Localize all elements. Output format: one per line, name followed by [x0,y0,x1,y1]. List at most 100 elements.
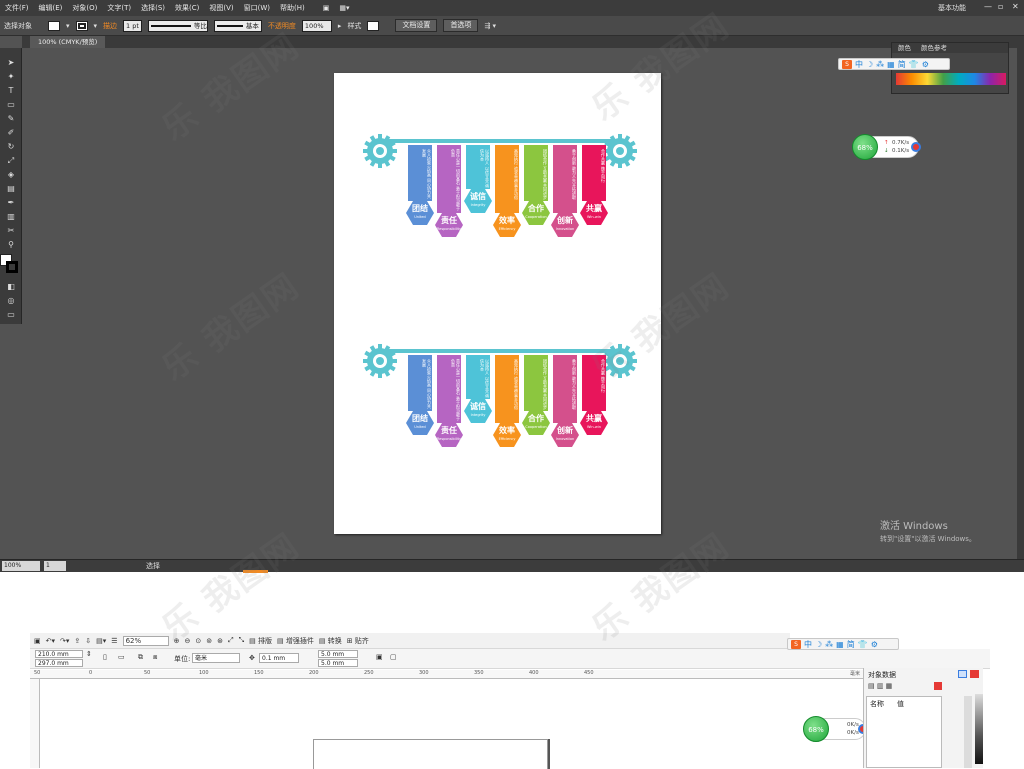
close-icon[interactable]: ✕ [1012,2,1019,11]
arrange-documents-icon[interactable]: ▦▾ [334,0,354,16]
workspace-switcher[interactable]: 基本功能 [938,3,966,13]
app-launcher-icon[interactable]: ▤▾ [96,637,106,645]
nudge-distance-field[interactable]: 0.1 mm [259,653,299,663]
scale-tool-icon[interactable]: ⤢ [6,156,16,166]
brush-tool-icon[interactable]: ✐ [6,128,16,138]
menu-effect[interactable]: 效果(C) [170,0,204,16]
stroke-label[interactable]: 描边 [103,21,117,31]
landscape-icon[interactable]: ▭ [118,653,125,661]
fill-swatch[interactable] [48,20,60,31]
page-width-field[interactable]: 210.0 mm [35,650,83,658]
vertical-ruler[interactable] [30,679,40,768]
style-swatch[interactable] [367,20,380,31]
opacity-dropdown-icon[interactable]: ▸ [338,22,342,30]
ime-skin-icon[interactable]: 👕 [909,60,919,69]
network-monitor-2[interactable]: 68% 0K/s 0K/s [803,716,868,742]
menu-window[interactable]: 窗口(W) [239,0,275,16]
publish-pdf-icon[interactable]: ⇩ [85,637,91,645]
zoom-selected-icon[interactable]: ⊙ [195,637,201,645]
options-icon[interactable]: ☰ [111,637,117,645]
menu-file[interactable]: 文件(F) [0,0,34,16]
stroke-swatch[interactable] [75,20,88,31]
docker-toolbar-icons[interactable]: ▤ ▥ ▦ [868,682,892,690]
duplicate-x-field[interactable]: 5.0 mm [318,650,358,658]
preferences-button[interactable]: 首选项 [443,19,479,32]
page-height-field[interactable]: 297.0 mm [35,659,83,667]
type-tool-icon[interactable]: T [6,86,16,96]
tab-color[interactable]: 颜色 [898,43,911,53]
tab-color-guide[interactable]: 颜色参考 [921,43,947,53]
stroke-dropdown-icon[interactable]: ▾ [94,22,98,30]
ime-punctuation-icon[interactable]: ⁂ [825,640,833,649]
ime-simplified-icon[interactable]: 简 [898,59,906,70]
maximize-icon[interactable]: ▫ [998,2,1003,11]
culture-infographic-2[interactable]: 众人拾柴火焰高 同心协力共发展 团结 United 责任心是一切的基石 勇于担当敢于负… [334,283,661,513]
magic-wand-icon[interactable]: ✦ [6,72,16,82]
ime-settings-icon[interactable]: ⚙ [922,60,929,69]
stroke-weight-field[interactable]: 1 pt [123,19,142,32]
undo-icon[interactable]: ↶▾ [46,637,55,645]
export-icon[interactable]: ⇪ [74,637,80,645]
ime-skin-icon[interactable]: 👕 [858,640,868,649]
zoom-tool-icon[interactable]: ⚲ [6,240,16,250]
opacity-field[interactable]: 100% [301,19,332,32]
ime-toolbar-2[interactable]: S 中 ☽ ⁂ ▦ 简 👕 ⚙ [787,638,899,650]
ime-keyboard-icon[interactable]: ▦ [836,640,844,649]
zoom-level-select[interactable]: 62% [122,635,169,646]
variable-width-profile[interactable]: 等比 [147,19,208,32]
snap-menu[interactable]: ⊞ 贴齐 [347,636,369,646]
stroke-color-box[interactable] [6,261,18,273]
duplicate-y-field[interactable]: 5.0 mm [318,659,358,667]
treat-as-filled-icon[interactable]: ▣ [376,653,383,661]
color-spectrum[interactable] [896,73,1006,85]
import-icon[interactable]: ▣ [34,637,41,645]
menu-view[interactable]: 视图(V) [204,0,238,16]
ime-halfwidth-icon[interactable]: ☽ [866,60,873,69]
docker-clear-icon[interactable] [934,682,942,690]
menu-type[interactable]: 文字(T) [102,0,136,16]
redo-icon[interactable]: ↷▾ [60,637,69,645]
pen-tool-icon[interactable]: ✎ [6,114,16,124]
minimize-icon[interactable]: — [984,2,992,11]
fill-dropdown-icon[interactable]: ▾ [66,22,70,30]
gradient-tool-icon[interactable]: ▤ [6,184,16,194]
artboard[interactable]: 众人拾柴火焰高 同心协力共发展 团结 United 责任心是一切的基石 勇于担当敢于负… [334,73,661,534]
brush-definition[interactable]: 基本 [213,19,262,32]
draw-mode-icon[interactable]: ◎ [6,296,16,306]
network-monitor[interactable]: 68% ↑ 0.7K/s ↓ 0.1K/s [852,134,921,160]
current-page-icon[interactable]: ⧈ [153,653,157,662]
bridge-icon[interactable]: ▣ [318,0,335,16]
zoom-width-icon[interactable]: ⤢ [228,636,234,645]
screen-mode-icon[interactable]: ▭ [6,310,16,320]
slice-tool-icon[interactable]: ✂ [6,226,16,236]
ime-simplified-icon[interactable]: 简 [847,639,855,650]
horizontal-ruler[interactable]: 50 0 50 100 150 200 250 300 350 400 450 毫米 [30,670,863,679]
eyedropper-icon[interactable]: ✒ [6,198,16,208]
typeset-menu[interactable]: ▤ 排版 [249,636,272,646]
rotate-tool-icon[interactable]: ↻ [6,142,16,152]
zoom-page-icon[interactable]: ⊛ [217,637,223,645]
ime-keyboard-icon[interactable]: ▦ [887,60,895,69]
docker-dock-icon[interactable] [958,670,967,678]
ime-settings-icon[interactable]: ⚙ [871,640,878,649]
ime-halfwidth-icon[interactable]: ☽ [815,640,822,649]
menu-edit[interactable]: 编辑(E) [34,0,68,16]
convert-menu[interactable]: ▤ 转换 [319,636,342,646]
document-setup-button[interactable]: 文档设置 [395,19,438,32]
zoom-all-icon[interactable]: ⊚ [206,637,212,645]
docker-side-tabs[interactable] [964,696,972,768]
arrange-icon[interactable]: ⇶ ▾ [484,22,496,30]
zoom-height-icon[interactable]: ⤡ [239,636,245,645]
ime-chinese-icon[interactable]: 中 [804,639,812,650]
vertical-scrollbar[interactable] [1017,48,1024,559]
shape-builder-icon[interactable]: ◈ [6,170,16,180]
menu-help[interactable]: 帮助(H) [275,0,310,16]
draw-behind-icon[interactable]: ▢ [390,653,397,661]
speedup-icon[interactable] [911,142,921,152]
graph-tool-icon[interactable]: ▥ [6,212,16,222]
menu-select[interactable]: 选择(S) [136,0,170,16]
color-palette-strip[interactable] [975,694,983,764]
all-pages-icon[interactable]: ⧉ [138,653,143,662]
coreldraw-page[interactable] [313,739,548,769]
rectangle-tool-icon[interactable]: ▭ [6,100,16,110]
